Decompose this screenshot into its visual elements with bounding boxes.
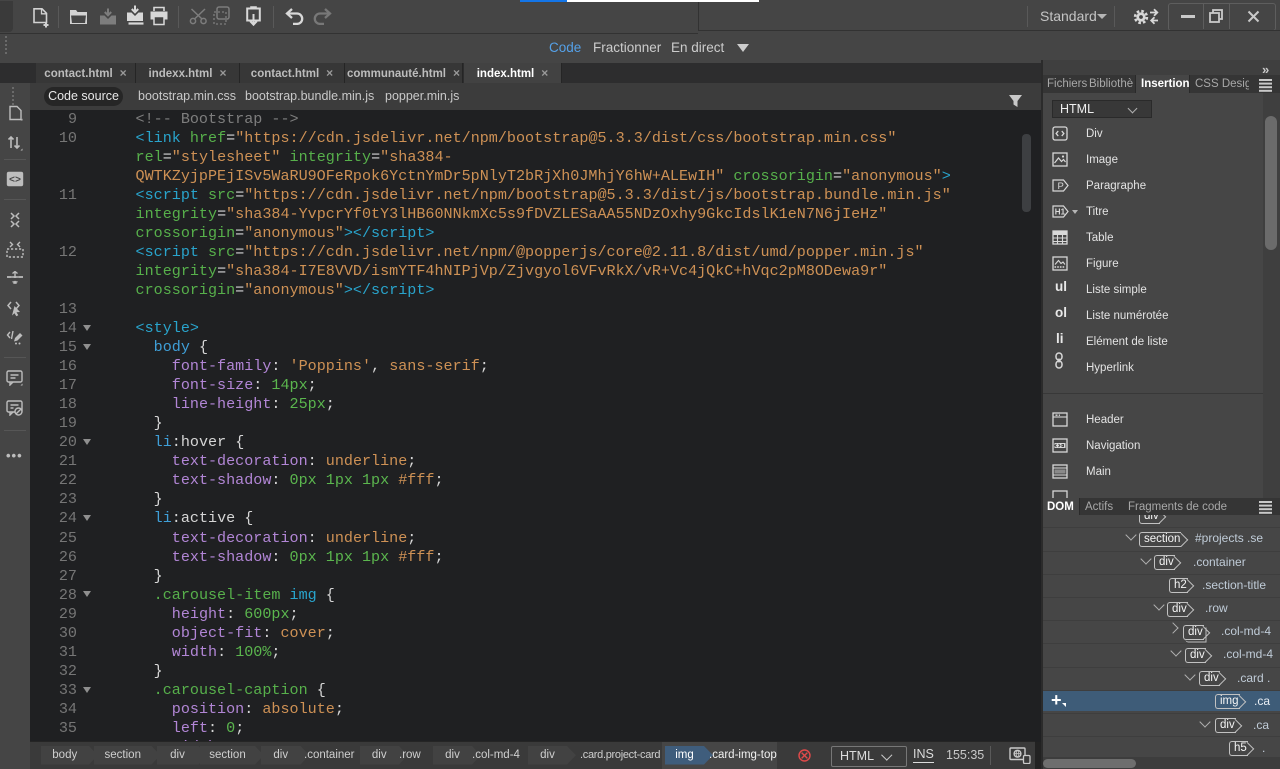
svg-text:<>: <> (9, 176, 21, 187)
